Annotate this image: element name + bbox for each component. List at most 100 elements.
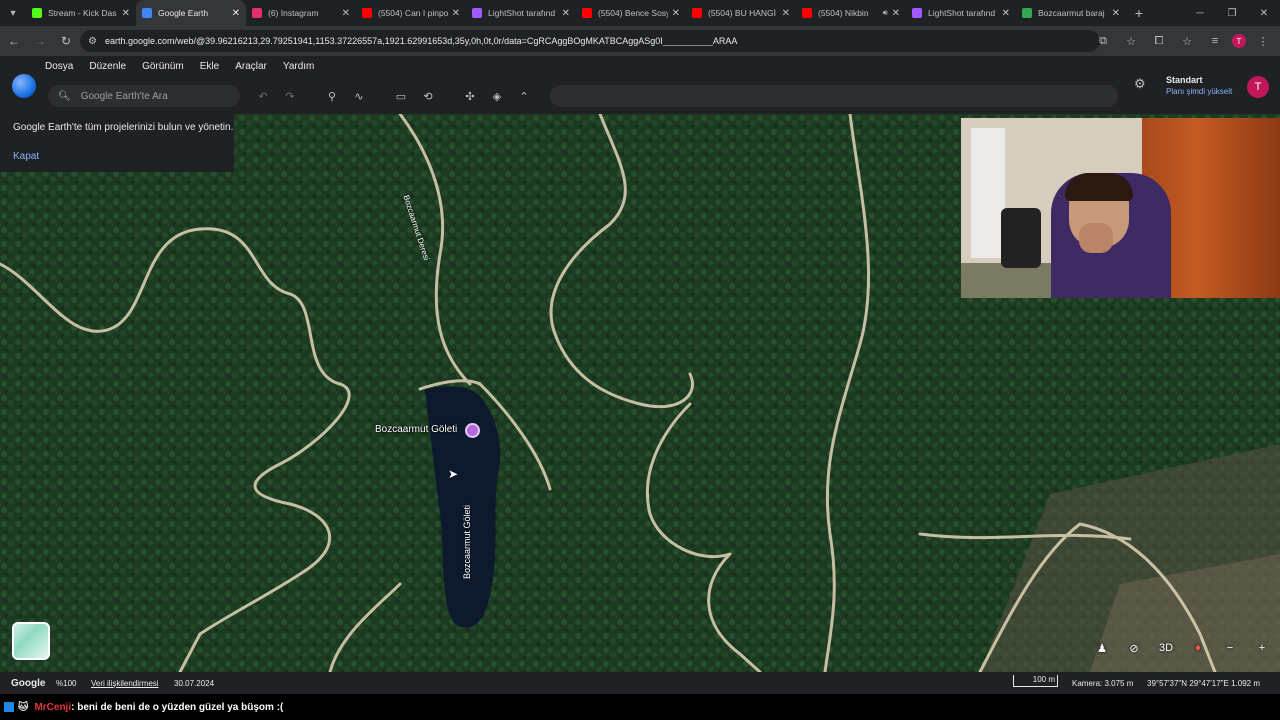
browser-tab[interactable]: (5504) Bence Sosy ✕: [576, 0, 686, 26]
menu-dosya[interactable]: Dosya: [45, 61, 73, 72]
site-info-icon[interactable]: ⚙: [88, 36, 97, 47]
satellite-map[interactable]: Google Earth'te tüm projelerinizi bulun …: [0, 114, 1280, 672]
browser-tab[interactable]: LightShot tarafınd ✕: [906, 0, 1016, 26]
profile-avatar[interactable]: T: [1232, 34, 1246, 48]
menu-gorunum[interactable]: Görünüm: [142, 61, 184, 72]
more-menu-icon[interactable]: ⋮: [1252, 30, 1274, 52]
browser-tab[interactable]: Bozcaarmut baraj ✕: [1016, 0, 1126, 26]
account-avatar[interactable]: T: [1247, 76, 1269, 98]
earth-search-box[interactable]: 🔍︎: [48, 85, 240, 107]
browser-tab[interactable]: (5504) BU HANGİ ✕: [686, 0, 796, 26]
bookmark-star-icon[interactable]: ☆: [1120, 30, 1142, 52]
tab-close-icon[interactable]: ✕: [1112, 8, 1120, 19]
window-controls: ─ ❐ ✕: [1184, 0, 1280, 26]
measure-icon[interactable]: ▭: [390, 85, 412, 107]
map-status-bar: Google %100 Veri ilişkilendirmesi 30.07.…: [0, 672, 1280, 694]
tab-audio-icon[interactable]: 🔊︎: [883, 8, 888, 18]
projects-tip-close-link[interactable]: Kapat: [13, 151, 39, 162]
cast-icon[interactable]: ⧉: [1092, 30, 1114, 52]
tab-title: Stream - Kick Das: [48, 8, 117, 18]
mouse-cursor-icon: ➤: [448, 467, 459, 481]
close-window-icon[interactable]: ✕: [1248, 0, 1280, 26]
menu-ekle[interactable]: Ekle: [200, 61, 219, 72]
google-earth-logo[interactable]: [12, 74, 36, 98]
toggle-3d-button[interactable]: 3D: [1152, 636, 1180, 660]
redo-icon[interactable]: ↷: [279, 85, 301, 107]
layers-icon[interactable]: ◈: [486, 85, 508, 107]
extensions-icon[interactable]: ⧠: [1148, 30, 1170, 52]
menu-duzenle[interactable]: Düzenle: [89, 61, 126, 72]
tab-close-icon[interactable]: ✕: [892, 8, 900, 19]
chat-username: MrCenji: [34, 701, 72, 713]
plan-upgrade-link[interactable]: Planı şimdi yükselt: [1166, 86, 1232, 98]
tab-close-icon[interactable]: ✕: [122, 8, 130, 19]
projects-tip-text: Google Earth'te tüm projelerinizi bulun …: [13, 122, 234, 133]
compass-icon[interactable]: ♦: [1184, 636, 1212, 660]
tab-favicon-icon: [1022, 8, 1032, 18]
browser-tab[interactable]: (5504) Can I pinpo ✕: [356, 0, 466, 26]
data-attribution-link[interactable]: Veri ilişkilendirmesi: [91, 679, 159, 688]
back-icon[interactable]: ←: [2, 29, 26, 53]
webcam-overlay: [961, 118, 1280, 298]
pegman-icon[interactable]: ♟: [1088, 636, 1116, 660]
map-style-thumbnail[interactable]: [12, 622, 50, 660]
earth-search-input[interactable]: [80, 90, 231, 102]
omnibox[interactable]: ⚙ earth.google.com/web/@39.96216213,29.7…: [80, 30, 1100, 52]
tab-favicon-icon: [32, 8, 42, 18]
tab-title: LightShot tarafınd: [928, 8, 996, 18]
menu-bar: Dosya Düzenle Görünüm Ekle Araçlar Yardı…: [45, 61, 314, 72]
tab-search-icon[interactable]: ▾: [0, 0, 26, 26]
collapse-chevron-icon[interactable]: ⌃: [513, 85, 535, 107]
undo-icon[interactable]: ↶: [252, 85, 274, 107]
earth-toolbar: ↶ ↷ ⚲ ∿ ▭ ⟲ ✣ ◈ ⌃: [252, 85, 540, 107]
menu-yardim[interactable]: Yardım: [283, 61, 315, 72]
browser-tab[interactable]: Google Earth ✕: [136, 0, 246, 26]
browser-tab[interactable]: (6) Instagram ✕: [246, 0, 356, 26]
scale-bar: 100 m: [1013, 675, 1058, 687]
zoom-level: %100: [56, 678, 77, 688]
toolbar-icons: ⧉ ☆ ⧠ ☆ ≡ T ⋮: [1092, 30, 1274, 52]
tab-close-icon[interactable]: ✕: [562, 8, 570, 19]
tab-close-icon[interactable]: ✕: [1002, 8, 1010, 19]
tab-close-icon[interactable]: ✕: [232, 8, 240, 19]
browser-tab[interactable]: Stream - Kick Das ✕: [26, 0, 136, 26]
forward-icon[interactable]: →: [28, 29, 52, 53]
tab-title: (5504) Can I pinpo: [378, 8, 448, 18]
minimize-icon[interactable]: ─: [1184, 0, 1216, 26]
tab-favicon-icon: [912, 8, 922, 18]
zoom-out-icon[interactable]: −: [1216, 636, 1244, 660]
random-location-icon[interactable]: ✣: [459, 85, 481, 107]
reload-icon[interactable]: ↻: [54, 29, 78, 53]
place-label[interactable]: Bozcaarmut Göleti: [375, 424, 457, 435]
google-wordmark: Google: [11, 677, 46, 689]
chat-message: : beni de beni de o yüzden güzel ya büşo…: [71, 701, 284, 713]
draw-path-icon[interactable]: ∿: [348, 85, 370, 107]
menu-araclar[interactable]: Araçlar: [235, 61, 267, 72]
tab-close-icon[interactable]: ✕: [672, 8, 680, 19]
imagery-date: 30.07.2024: [174, 678, 215, 688]
add-placemark-icon[interactable]: ⚲: [321, 85, 343, 107]
browser-tab-bar: ▾ Stream - Kick Das ✕ Google Earth ✕ (6) Ins…: [0, 0, 1280, 26]
browser-tab[interactable]: (5504) Nikbin 🔊︎ ✕: [796, 0, 906, 26]
tab-close-icon[interactable]: ✕: [452, 8, 460, 19]
tab-favicon-icon: [582, 8, 592, 18]
tab-close-icon[interactable]: ✕: [782, 8, 790, 19]
reading-list-icon[interactable]: ☆: [1176, 30, 1198, 52]
earth-header: Dosya Düzenle Görünüm Ekle Araçlar Yardı…: [0, 56, 1280, 114]
lake-label: Bozcaarmut Göleti: [462, 504, 472, 579]
plan-info[interactable]: Standart Planı şimdi yükselt: [1166, 74, 1232, 98]
new-tab-button[interactable]: +: [1126, 5, 1152, 21]
chat-emote-icon: 🐱︎: [18, 701, 29, 713]
browser-tab[interactable]: LightShot tarafınd ✕: [466, 0, 576, 26]
media-control-icon[interactable]: ≡: [1204, 30, 1226, 52]
restore-icon[interactable]: ❐: [1216, 0, 1248, 26]
camera-altitude: Kamera: 3.075 m: [1072, 678, 1134, 688]
zoom-in-icon[interactable]: +: [1248, 636, 1276, 660]
historical-imagery-icon[interactable]: ⟲: [417, 85, 439, 107]
tab-close-icon[interactable]: ✕: [342, 8, 350, 19]
settings-gear-icon[interactable]: ⚙: [1134, 76, 1146, 92]
tab-title: (5504) Bence Sosy: [598, 8, 668, 18]
tilt-off-icon[interactable]: ⊘: [1120, 636, 1148, 660]
place-pin-icon[interactable]: [465, 423, 480, 438]
url-text[interactable]: earth.google.com/web/@39.96216213,29.792…: [105, 36, 1100, 46]
